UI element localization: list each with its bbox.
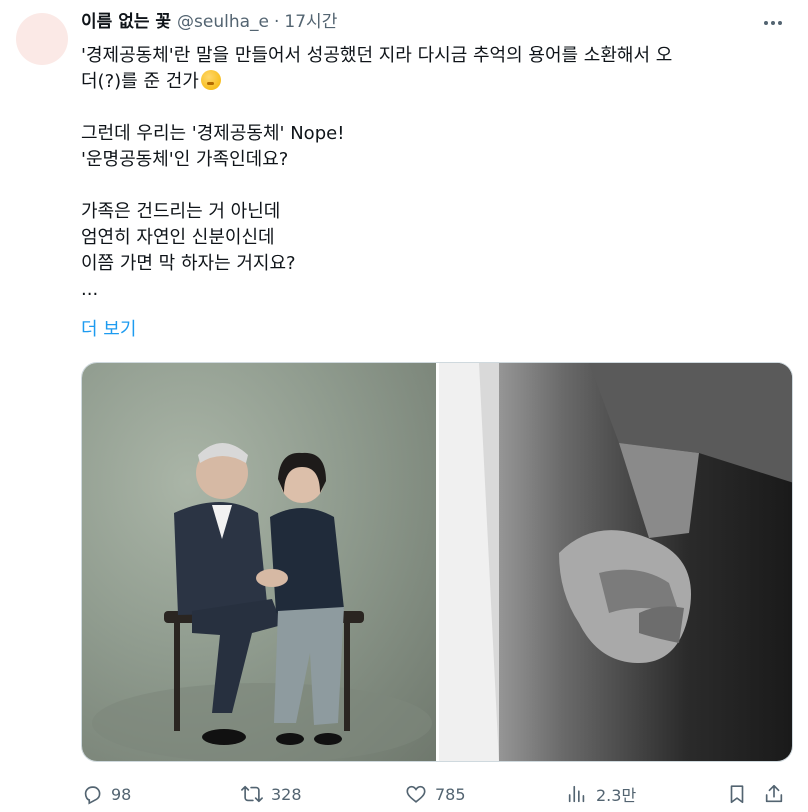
media-photo-right[interactable] xyxy=(439,363,792,761)
tweet-text: '경제공동체'란 말을 만들어서 성공했던 지라 다시금 추억의 용어를 소환해… xyxy=(81,43,796,303)
tweet-line-text: '경제공동체'란 말을 만들어서 성공했던 지라 다시금 추억의 용어를 소환해… xyxy=(81,45,673,66)
more-dot xyxy=(771,21,775,25)
share-icon xyxy=(765,784,783,803)
retweet-button[interactable]: 328 xyxy=(241,783,302,805)
more-dot xyxy=(778,21,782,25)
tweet-line: 엄연히 자연인 신분이신데 xyxy=(81,225,796,251)
media-photo-left[interactable] xyxy=(82,363,436,761)
show-more-link[interactable]: 더 보기 xyxy=(81,317,136,343)
tweet-line: ... xyxy=(81,277,796,303)
couple-seated-portrait xyxy=(92,443,432,761)
author-handle[interactable]: @seulha_e xyxy=(177,8,269,36)
author-name[interactable]: 이름 없는 꽃 xyxy=(81,8,171,36)
media-grid xyxy=(81,362,793,762)
heart-icon xyxy=(406,785,426,803)
thinking-face-emoji xyxy=(200,70,221,90)
more-horizontal-icon xyxy=(764,21,768,25)
tweet-line-text: 가족은 건드리는 거 아닌데 xyxy=(81,201,281,222)
separator: · xyxy=(274,12,280,32)
retweet-icon xyxy=(241,785,263,803)
retweet-count: 328 xyxy=(271,784,302,804)
tweet-line: 더(?)를 준 건가 xyxy=(81,69,796,95)
bookmark-icon xyxy=(730,785,744,804)
views-chart-icon xyxy=(568,785,585,803)
avatar[interactable] xyxy=(16,13,68,65)
views-button[interactable]: 2.3만 xyxy=(566,782,636,806)
tweet-line: 그런데 우리는 '경제공동체' Nope! xyxy=(81,121,796,147)
tweet-line-text: 그런데 우리는 '경제공동체' Nope! xyxy=(81,123,345,144)
tweet-line: 가족은 건드리는 거 아닌데 xyxy=(81,199,796,225)
tweet-line: ​ xyxy=(81,95,796,121)
like-button[interactable]: 785 xyxy=(405,783,466,805)
views-count: 2.3만 xyxy=(596,786,637,805)
holding-hands-bw-photo xyxy=(439,363,792,761)
share-button[interactable] xyxy=(763,783,785,805)
tweet-line-text: 더(?)를 준 건가 xyxy=(81,71,199,92)
tweet-header: 이름 없는 꽃 @seulha_e · 17시간 xyxy=(81,8,337,36)
tweet-line-text: 이쯤 가면 막 하자는 거지요? xyxy=(81,253,296,274)
reply-count: 98 xyxy=(111,784,132,804)
reply-icon xyxy=(84,786,101,805)
tweet-line: '경제공동체'란 말을 만들어서 성공했던 지라 다시금 추억의 용어를 소환해… xyxy=(81,43,796,69)
more-options-button[interactable] xyxy=(760,10,786,36)
tweet-line: '운명공동체'인 가족인데요? xyxy=(81,147,796,173)
tweet-actions: 98 328 785 2.3만 xyxy=(81,776,793,812)
like-count: 785 xyxy=(435,784,466,804)
tweet-line-text: ... xyxy=(81,279,99,300)
tweet-line-text: '운명공동체'인 가족인데요? xyxy=(81,149,289,170)
timestamp[interactable]: 17시간 xyxy=(284,8,337,36)
tweet-line: ​ xyxy=(81,173,796,199)
tweet-line: 이쯤 가면 막 하자는 거지요? xyxy=(81,251,796,277)
bookmark-button[interactable] xyxy=(726,783,748,805)
tweet-line-text: 엄연히 자연인 신분이신데 xyxy=(81,227,275,248)
reply-button[interactable]: 98 xyxy=(81,783,131,805)
